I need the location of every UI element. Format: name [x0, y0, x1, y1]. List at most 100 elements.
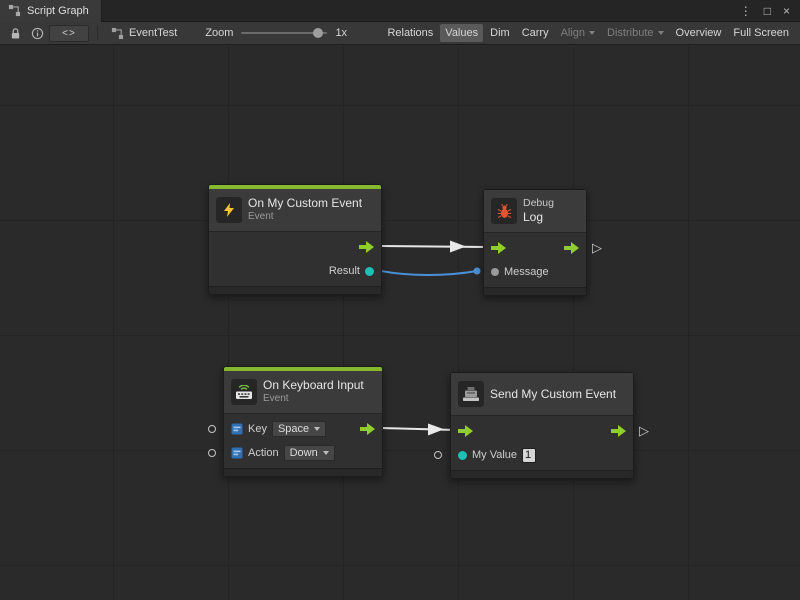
window-controls: ⋮ □ ×	[740, 4, 790, 18]
node-send-my-custom-event[interactable]: Send My Custom Event My Value	[450, 372, 634, 479]
port-row: Action Down	[224, 441, 382, 465]
node-icon-box	[216, 197, 242, 223]
dropdown-arrow-icon	[589, 31, 595, 35]
node-body: Message	[484, 232, 586, 287]
result-value-port[interactable]	[365, 267, 374, 276]
node-footer	[484, 287, 586, 295]
values-button[interactable]: Values	[440, 24, 483, 42]
port-row: Key Space	[224, 417, 382, 441]
message-port-label: Message	[504, 266, 549, 278]
result-port-label: Result	[329, 265, 360, 277]
flow-output-port[interactable]	[611, 425, 626, 437]
my-value-port-label: My Value	[472, 449, 517, 461]
flow-input-port[interactable]	[458, 425, 473, 437]
window-menu-icon[interactable]: ⋮	[740, 4, 752, 18]
dim-button[interactable]: Dim	[485, 24, 515, 42]
node-header: On Keyboard Input Event	[224, 371, 382, 413]
node-title: On My Custom Event	[248, 196, 362, 211]
message-value-port[interactable]	[491, 268, 499, 276]
toolbar-separator	[97, 26, 98, 40]
zoom-value: 1x	[335, 27, 347, 39]
my-value-input[interactable]	[522, 448, 536, 463]
code-icon: <>	[62, 28, 76, 39]
play-triangle-icon: ▷	[639, 424, 649, 437]
connection-endpoint-dot	[474, 268, 481, 275]
align-button[interactable]: Align	[556, 24, 600, 42]
node-subtitle: Event	[248, 211, 362, 224]
script-graph-icon	[8, 4, 21, 17]
graph-asset[interactable]: EventTest	[111, 27, 177, 40]
info-button[interactable]	[27, 25, 47, 42]
titlebar: Script Graph ⋮ □ ×	[0, 0, 800, 22]
node-footer	[451, 470, 633, 478]
node-body: Key Space	[224, 413, 382, 468]
node-body: Result	[209, 231, 381, 286]
window-close-icon[interactable]: ×	[783, 4, 790, 18]
port-row: Result	[209, 259, 381, 283]
node-footer	[224, 468, 382, 476]
node-footer	[209, 286, 381, 294]
node-header: Send My Custom Event	[451, 373, 633, 415]
carry-button[interactable]: Carry	[517, 24, 554, 42]
lightning-bolt-icon	[221, 202, 237, 218]
lock-button[interactable]	[5, 25, 25, 42]
my-value-port[interactable]	[458, 451, 467, 460]
distribute-button[interactable]: Distribute	[602, 24, 668, 42]
port-row	[209, 235, 381, 259]
key-dropdown[interactable]: Space	[272, 421, 326, 437]
connection-arrowhead-icon	[428, 424, 444, 436]
node-icon-box	[491, 198, 517, 224]
action-port-label: Action	[248, 447, 279, 459]
port-row	[484, 236, 586, 260]
action-dropdown[interactable]: Down	[284, 445, 335, 461]
flow-output-port[interactable]	[360, 423, 375, 435]
node-icon-box	[458, 381, 484, 407]
node-debug-log[interactable]: Debug Log Message ▷	[483, 189, 587, 296]
fullscreen-button[interactable]: Full Screen	[728, 24, 794, 42]
graph-asset-name: EventTest	[129, 27, 177, 39]
connection-keyboard-to-send[interactable]	[381, 428, 456, 430]
relations-button[interactable]: Relations	[382, 24, 438, 42]
dropdown-arrow-icon	[658, 31, 664, 35]
action-unconnected-port[interactable]	[208, 449, 216, 457]
connection-result-to-message[interactable]	[376, 270, 477, 275]
node-namespace: Debug	[523, 197, 554, 210]
tab-label: Script Graph	[27, 5, 89, 17]
send-event-machine-icon	[462, 386, 480, 402]
zoom-slider[interactable]	[241, 32, 327, 34]
port-row	[451, 419, 633, 443]
key-unconnected-port[interactable]	[208, 425, 216, 433]
my-value-unconnected-port[interactable]	[434, 451, 442, 459]
graph-asset-icon	[111, 27, 124, 40]
tab-script-graph[interactable]: Script Graph	[0, 0, 102, 22]
bug-icon	[496, 203, 513, 220]
press-state-type-icon	[231, 447, 243, 459]
node-body: My Value	[451, 415, 633, 470]
play-triangle-icon: ▷	[592, 241, 602, 254]
flow-output-port[interactable]	[564, 242, 579, 254]
edit-source-button[interactable]: <>	[49, 25, 89, 42]
overview-button[interactable]: Overview	[671, 24, 727, 42]
flow-output-port[interactable]	[359, 241, 374, 253]
action-dropdown-value: Down	[290, 447, 318, 459]
toolbar: <> EventTest Zoom 1x Relations Values Di…	[0, 22, 800, 45]
zoom-control: Zoom 1x	[205, 27, 347, 39]
keyboard-input-icon	[235, 385, 253, 400]
node-on-my-custom-event[interactable]: On My Custom Event Event Result	[208, 184, 382, 295]
zoom-label: Zoom	[205, 27, 233, 39]
lock-icon	[10, 27, 21, 40]
node-header: On My Custom Event Event	[209, 189, 381, 231]
key-dropdown-value: Space	[278, 423, 309, 435]
port-row: My Value	[451, 443, 633, 467]
node-subtitle: Event	[263, 393, 364, 406]
window-maximize-icon[interactable]: □	[764, 4, 771, 18]
node-on-keyboard-input[interactable]: On Keyboard Input Event Key Spac	[223, 366, 383, 477]
zoom-slider-handle[interactable]	[313, 28, 323, 38]
node-title: On Keyboard Input	[263, 378, 364, 393]
graph-canvas[interactable]: On My Custom Event Event Result	[0, 46, 800, 600]
port-row: Message	[484, 260, 586, 284]
unity-script-graph-window: Script Graph ⋮ □ × <>	[0, 0, 800, 600]
node-icon-box	[231, 379, 257, 405]
connection-custom-event-to-log[interactable]	[380, 246, 486, 247]
flow-input-port[interactable]	[491, 242, 506, 254]
